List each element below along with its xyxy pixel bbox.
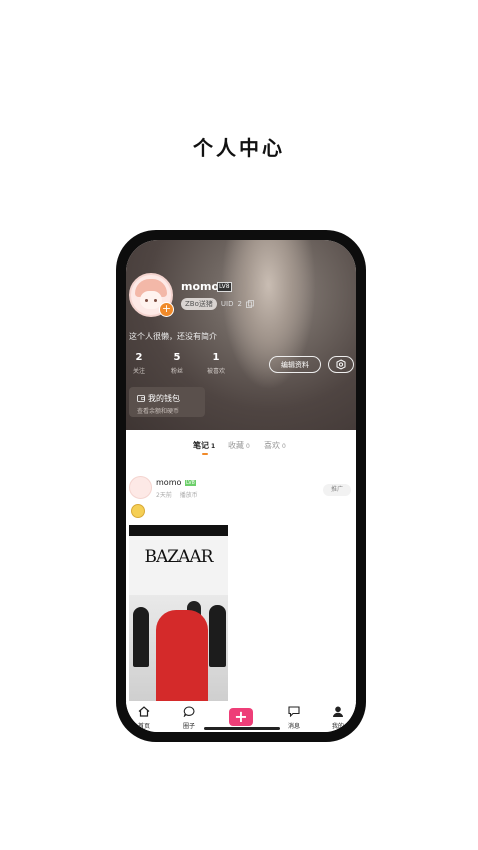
nav-label: 消息 — [287, 723, 300, 730]
nav-circle[interactable]: 圈子 — [174, 706, 204, 730]
create-post-button[interactable]: + — [229, 708, 253, 726]
tab-label: 笔记 — [193, 441, 209, 450]
post-author-name[interactable]: momo — [156, 478, 181, 487]
image-figure — [209, 605, 226, 667]
plus-icon: + — [234, 707, 248, 726]
image-status-bar — [129, 525, 228, 536]
promote-button[interactable]: 推广 — [323, 484, 351, 496]
stat-followers[interactable]: 5 粉丝 — [164, 352, 190, 375]
phone-screen: + momo LV8 ZBo送猪 UID 2 这个人很懒，还没有简介 2 关注 — [126, 240, 356, 732]
stat-value: 1 — [212, 352, 220, 363]
stat-label: 被喜欢 — [206, 368, 225, 375]
image-figure — [133, 607, 149, 667]
post-meta: 2天前 播放币 — [156, 490, 198, 499]
gear-icon — [336, 359, 346, 370]
wallet-card[interactable]: 我的钱包 查看余额和硬币 — [129, 387, 205, 417]
image-figure-red-dress — [156, 610, 208, 701]
home-indicator — [204, 727, 280, 730]
tab-likes[interactable]: 喜欢 0 — [264, 440, 286, 451]
avatar-eye — [145, 299, 148, 302]
image-magazine-title: BAZAAR — [144, 547, 214, 567]
post-time: 2天前 — [156, 492, 172, 499]
wallet-title-row: 我的钱包 — [137, 393, 180, 404]
tab-count: 1 — [211, 443, 216, 450]
stat-label: 粉丝 — [170, 368, 183, 375]
stat-liked[interactable]: 1 被喜欢 — [203, 352, 229, 375]
person-icon — [333, 706, 343, 717]
profile-tagline: ZBo送猪 UID 2 — [181, 298, 254, 310]
wallet-subtitle: 查看余额和硬币 — [137, 408, 180, 415]
wallet-title: 我的钱包 — [148, 394, 180, 403]
chat-bubble-icon — [183, 706, 195, 718]
tab-notes[interactable]: 笔记 1 — [193, 440, 215, 451]
nav-messages[interactable]: 消息 — [279, 706, 309, 730]
stat-value: 5 — [173, 352, 181, 363]
bio: 这个人很懒，还没有简介 — [129, 332, 217, 341]
active-tab-indicator — [202, 453, 208, 455]
nav-label: 圈子 — [182, 723, 195, 730]
stat-following[interactable]: 2 关注 — [126, 352, 152, 375]
copy-icon[interactable] — [246, 300, 254, 308]
post-author-avatar[interactable] — [129, 476, 152, 499]
bottom-nav: 首页 圈子 + 消息 我的 — [126, 702, 356, 732]
nav-label: 我的 — [331, 723, 344, 730]
settings-button[interactable] — [328, 356, 354, 373]
tab-count: 0 — [282, 443, 286, 450]
level-badge: LV8 — [217, 282, 232, 292]
post-source: 播放币 — [179, 492, 198, 499]
tab-favorites[interactable]: 收藏 0 — [228, 440, 250, 451]
avatar-add-icon[interactable]: + — [159, 302, 174, 317]
page-headline: 个人中心 — [193, 136, 285, 160]
post-image[interactable]: BAZAAR — [129, 525, 228, 701]
post-level-badge: LV8 — [185, 480, 196, 486]
edit-profile-button[interactable]: 编辑资料 — [269, 356, 321, 373]
avatar-eye — [154, 299, 157, 302]
tab-label: 喜欢 — [264, 441, 280, 450]
nav-profile[interactable]: 我的 — [323, 706, 353, 730]
tab-count: 0 — [246, 443, 250, 450]
uid-value: 2 — [237, 300, 242, 308]
nav-home[interactable]: 首页 — [129, 706, 159, 730]
tag-pill[interactable]: ZBo送猪 — [181, 298, 217, 310]
tab-label: 收藏 — [228, 441, 244, 450]
uid-label: UID — [220, 300, 234, 308]
stat-label: 关注 — [132, 368, 145, 375]
emoji-icon — [131, 504, 145, 518]
wallet-icon — [137, 395, 145, 402]
message-icon — [288, 706, 300, 718]
username: momo — [181, 280, 220, 293]
stat-value: 2 — [135, 352, 143, 363]
home-icon — [138, 706, 150, 717]
profile-header: + momo LV8 ZBo送猪 UID 2 这个人很懒，还没有简介 2 关注 — [126, 240, 356, 430]
nav-label: 首页 — [137, 723, 150, 730]
phone-frame: + momo LV8 ZBo送猪 UID 2 这个人很懒，还没有简介 2 关注 — [116, 230, 366, 742]
